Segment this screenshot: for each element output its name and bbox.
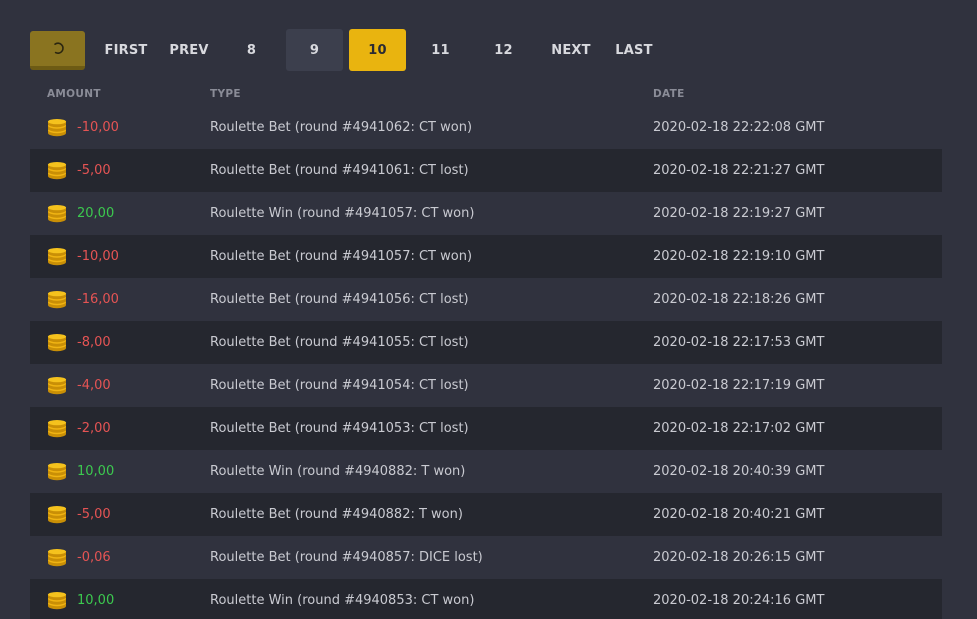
- table-row: -4,00 Roulette Bet (round #4941054: CT l…: [30, 364, 942, 407]
- coin-stack-icon: [48, 161, 66, 179]
- pagination-page-10[interactable]: 10: [349, 29, 406, 71]
- table-row: -16,00 Roulette Bet (round #4941056: CT …: [30, 278, 942, 321]
- type-cell: Roulette Bet (round #4941053: CT lost): [210, 421, 469, 436]
- header-amount: AMOUNT: [47, 88, 101, 100]
- coin-stack-icon: [48, 290, 66, 308]
- amount-cell: 10,00: [30, 591, 210, 610]
- coin-stack-icon: [48, 462, 66, 480]
- date-cell: 2020-02-18 20:40:21 GMT: [653, 507, 825, 522]
- table-row: -5,00 Roulette Bet (round #4941061: CT l…: [30, 149, 942, 192]
- coin-stack-icon: [48, 376, 66, 394]
- amount-cell: -5,00: [30, 505, 210, 524]
- amount-cell: 10,00: [30, 462, 210, 481]
- type-cell: Roulette Bet (round #4940882: T won): [210, 507, 463, 522]
- type-cell: Roulette Win (round #4940882: T won): [210, 464, 466, 479]
- date-cell: 2020-02-18 20:40:39 GMT: [653, 464, 825, 479]
- coin-stack-icon: [48, 247, 66, 265]
- header-type: TYPE: [210, 88, 241, 100]
- amount-value: -10,00: [77, 120, 119, 135]
- amount-value: -10,00: [77, 249, 119, 264]
- table-row: 20,00 Roulette Win (round #4941057: CT w…: [30, 192, 942, 235]
- pagination-next[interactable]: NEXT: [538, 29, 604, 71]
- amount-value: 20,00: [77, 206, 115, 221]
- table-header: AMOUNT TYPE DATE: [30, 82, 942, 106]
- pagination-last[interactable]: LAST: [604, 29, 664, 71]
- type-cell: Roulette Bet (round #4941062: CT won): [210, 120, 473, 135]
- amount-cell: -5,00: [30, 161, 210, 180]
- pagination-page-12[interactable]: 12: [475, 29, 532, 71]
- date-cell: 2020-02-18 22:17:53 GMT: [653, 335, 825, 350]
- coin-stack-icon: [48, 333, 66, 351]
- amount-value: 10,00: [77, 464, 115, 479]
- date-cell: 2020-02-18 22:19:27 GMT: [653, 206, 825, 221]
- pagination: FIRST PREV 8 9 10 11 12 NEXT LAST: [30, 29, 664, 71]
- pagination-page-11[interactable]: 11: [412, 29, 469, 71]
- amount-cell: 20,00: [30, 204, 210, 223]
- type-cell: Roulette Bet (round #4941057: CT won): [210, 249, 473, 264]
- table-row: -5,00 Roulette Bet (round #4940882: T wo…: [30, 493, 942, 536]
- coin-stack-icon: [48, 591, 66, 609]
- amount-cell: -10,00: [30, 247, 210, 266]
- amount-value: -5,00: [77, 507, 111, 522]
- type-cell: Roulette Bet (round #4941061: CT lost): [210, 163, 469, 178]
- type-cell: Roulette Win (round #4941057: CT won): [210, 206, 475, 221]
- type-cell: Roulette Bet (round #4941056: CT lost): [210, 292, 469, 307]
- coin-stack-icon: [48, 419, 66, 437]
- amount-value: -5,00: [77, 163, 111, 178]
- date-cell: 2020-02-18 22:17:19 GMT: [653, 378, 825, 393]
- table-row: -10,00 Roulette Bet (round #4941062: CT …: [30, 106, 942, 149]
- date-cell: 2020-02-18 20:26:15 GMT: [653, 550, 825, 565]
- date-cell: 2020-02-18 20:24:16 GMT: [653, 593, 825, 608]
- table-row: -8,00 Roulette Bet (round #4941055: CT l…: [30, 321, 942, 364]
- amount-value: -2,00: [77, 421, 111, 436]
- date-cell: 2020-02-18 22:19:10 GMT: [653, 249, 825, 264]
- type-cell: Roulette Bet (round #4941054: CT lost): [210, 378, 469, 393]
- type-cell: Roulette Win (round #4940853: CT won): [210, 593, 475, 608]
- coin-stack-icon: [48, 548, 66, 566]
- amount-value: -4,00: [77, 378, 111, 393]
- pagination-page-9[interactable]: 9: [286, 29, 343, 71]
- pagination-prev[interactable]: PREV: [161, 29, 217, 71]
- amount-cell: -4,00: [30, 376, 210, 395]
- refresh-icon: [53, 42, 64, 54]
- amount-cell: -0,06: [30, 548, 210, 567]
- amount-cell: -16,00: [30, 290, 210, 309]
- amount-value: -8,00: [77, 335, 111, 350]
- amount-cell: -10,00: [30, 118, 210, 137]
- coin-stack-icon: [48, 118, 66, 136]
- table-row: -2,00 Roulette Bet (round #4941053: CT l…: [30, 407, 942, 450]
- table-body: -10,00 Roulette Bet (round #4941062: CT …: [30, 106, 942, 619]
- table-row: -0,06 Roulette Bet (round #4940857: DICE…: [30, 536, 942, 579]
- amount-value: -0,06: [77, 550, 111, 565]
- refresh-button[interactable]: [30, 30, 85, 70]
- coin-stack-icon: [48, 505, 66, 523]
- amount-value: 10,00: [77, 593, 115, 608]
- date-cell: 2020-02-18 22:17:02 GMT: [653, 421, 825, 436]
- transactions-page: FIRST PREV 8 9 10 11 12 NEXT LAST AMOUNT…: [0, 0, 977, 619]
- table-row: -10,00 Roulette Bet (round #4941057: CT …: [30, 235, 942, 278]
- amount-cell: -8,00: [30, 333, 210, 352]
- date-cell: 2020-02-18 22:18:26 GMT: [653, 292, 825, 307]
- coin-stack-icon: [48, 204, 66, 222]
- table-row: 10,00 Roulette Win (round #4940882: T wo…: [30, 450, 942, 493]
- header-date: DATE: [653, 88, 685, 100]
- transactions-table: AMOUNT TYPE DATE -10,00 Roulette Bet (ro…: [30, 82, 942, 619]
- date-cell: 2020-02-18 22:21:27 GMT: [653, 163, 825, 178]
- amount-value: -16,00: [77, 292, 119, 307]
- date-cell: 2020-02-18 22:22:08 GMT: [653, 120, 825, 135]
- amount-cell: -2,00: [30, 419, 210, 438]
- type-cell: Roulette Bet (round #4941055: CT lost): [210, 335, 469, 350]
- pagination-first[interactable]: FIRST: [91, 29, 161, 71]
- table-row: 10,00 Roulette Win (round #4940853: CT w…: [30, 579, 942, 619]
- type-cell: Roulette Bet (round #4940857: DICE lost): [210, 550, 483, 565]
- pagination-page-8[interactable]: 8: [223, 29, 280, 71]
